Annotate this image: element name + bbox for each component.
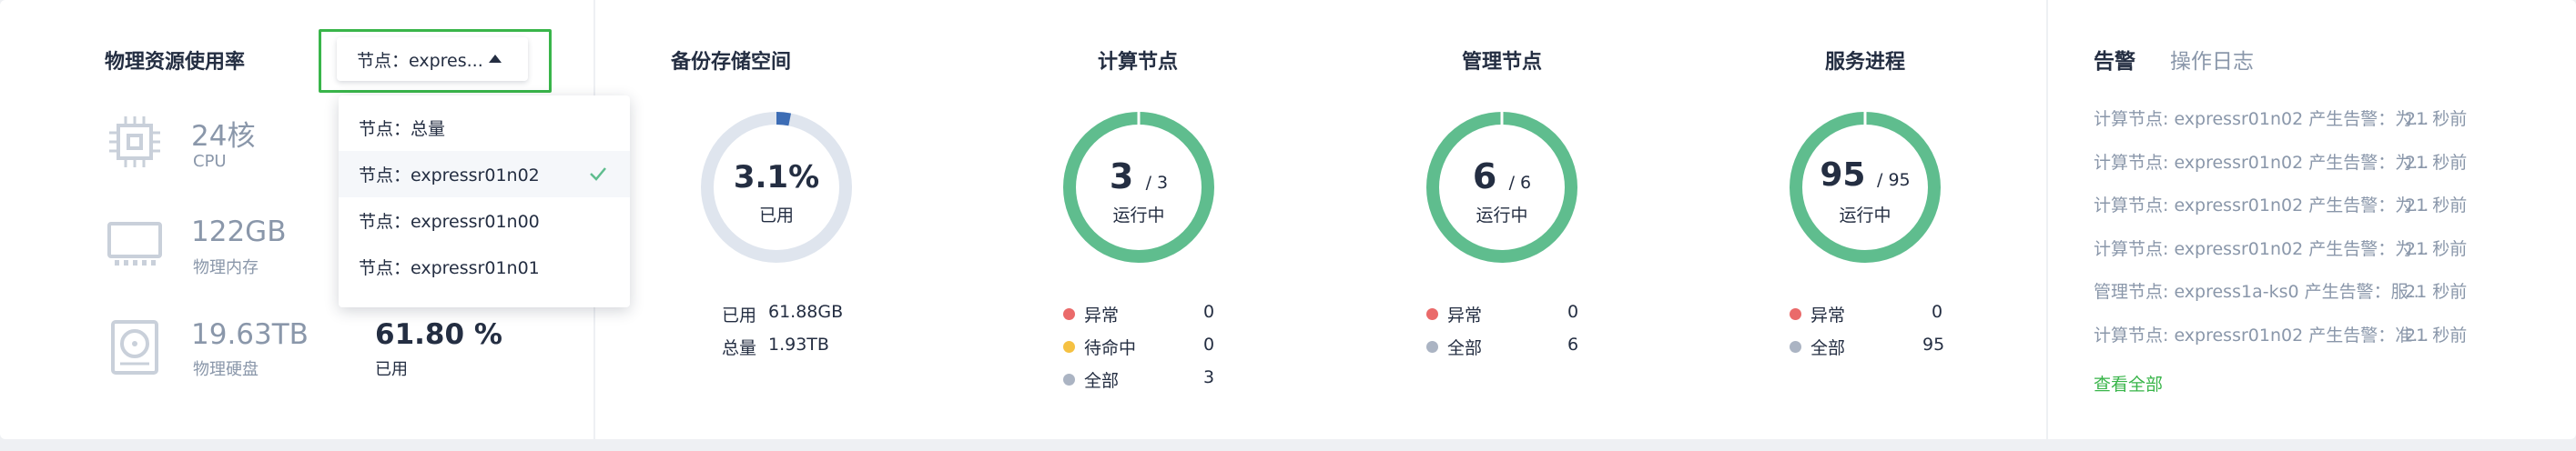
management-abnormal-value: 0: [1567, 302, 1579, 322]
backup-used-label: 已用: [722, 306, 757, 326]
section-divider: [2046, 0, 2048, 439]
check-icon: [590, 167, 606, 181]
alert-item-text[interactable]: 计算节点: expressr01n02 产生告警：为...: [2094, 105, 2429, 130]
legend-label: 全部: [1447, 338, 1483, 358]
compute-standby-value: 0: [1203, 335, 1215, 355]
services-legend-all: 全部: [1790, 335, 1845, 359]
management-status: 运行中: [1476, 205, 1528, 226]
services-total: / 95: [1877, 170, 1911, 190]
alert-item-time: 21 秒前: [2405, 282, 2468, 302]
alert-item-text[interactable]: 计算节点: expressr01n02 产生告警：为...: [2094, 149, 2429, 174]
view-all-link[interactable]: 查看全部: [2094, 371, 2163, 396]
alert-item-time: 21 秒前: [2405, 195, 2468, 215]
management-legend-all: 全部: [1426, 335, 1482, 359]
option-label: 节点：expressr01n00: [359, 212, 540, 232]
compute-count-wrap: 3 / 3: [1060, 156, 1217, 196]
services-count-wrap: 95 / 95: [1787, 156, 1943, 194]
alert-item-text[interactable]: 计算节点: expressr01n02 产生告警：准...: [2094, 322, 2429, 346]
status-dot: [1426, 308, 1438, 320]
management-count-wrap: 6 / 6: [1424, 156, 1580, 196]
backup-title: 备份存储空间: [670, 51, 791, 74]
alert-item-time: 21 秒前: [2405, 109, 2468, 129]
caret-up-icon: [489, 55, 502, 63]
status-dot: [1063, 308, 1075, 320]
services-abnormal-value: 0: [1932, 302, 1943, 322]
cpu-icon: [109, 116, 160, 167]
backup-used-value: 61.88GB: [768, 302, 844, 322]
compute-all-value: 3: [1203, 367, 1215, 387]
services-legend-abnormal: 异常: [1790, 302, 1845, 326]
legend-label: 全部: [1084, 371, 1120, 391]
services-all-value: 95: [1922, 335, 1945, 355]
services-count: 95: [1820, 156, 1866, 194]
backup-percent: 3.1%: [733, 159, 820, 195]
compute-status: 运行中: [1112, 205, 1165, 226]
tab-operation-log[interactable]: 操作日志: [2170, 44, 2254, 75]
management-count: 6: [1472, 156, 1497, 196]
alert-item-text[interactable]: 计算节点: expressr01n02 产生告警：为...: [2094, 236, 2429, 260]
status-dot: [1063, 341, 1075, 353]
status-dot: [1790, 308, 1801, 320]
memory-label: 物理内存: [193, 258, 259, 277]
dropdown-option-expressr01n01[interactable]: 节点：expressr01n01: [339, 244, 630, 290]
compute-count: 3: [1109, 156, 1134, 196]
compute-title: 计算节点: [1097, 51, 1178, 74]
alert-item-time: 21 秒前: [2405, 326, 2468, 346]
management-total: / 6: [1508, 173, 1532, 193]
dropdown-option-expressr01n02[interactable]: 节点：expressr01n02: [339, 151, 630, 197]
backup-total-label: 总量: [722, 338, 757, 358]
backup-status: 已用: [758, 205, 794, 226]
legend-label: 全部: [1810, 338, 1846, 358]
compute-legend-all: 全部: [1063, 367, 1119, 392]
option-label: 节点：expressr01n02: [359, 165, 540, 185]
compute-legend-standby: 待命中: [1063, 335, 1136, 359]
management-all-value: 6: [1567, 335, 1579, 355]
services-status: 运行中: [1839, 205, 1891, 226]
node-dropdown-menu: 节点：总量 节点：expressr01n02 节点：expressr01n00 …: [339, 95, 630, 307]
alert-item-time: 21 秒前: [2405, 239, 2468, 259]
management-title: 管理节点: [1461, 51, 1542, 74]
services-title: 服务进程: [1824, 51, 1905, 74]
alert-item-text[interactable]: 计算节点: expressr01n02 产生告警：为...: [2094, 192, 2429, 216]
cpu-value: 24核: [191, 120, 256, 153]
status-dot: [1426, 341, 1438, 353]
cpu-label: CPU: [193, 152, 227, 171]
legend-label: 异常: [1810, 306, 1846, 326]
status-dot: [1790, 341, 1801, 353]
compute-total: / 3: [1145, 173, 1169, 193]
option-label: 节点：总量: [359, 119, 446, 139]
alert-item-time: 21 秒前: [2405, 153, 2468, 173]
backup-total-value: 1.93TB: [768, 335, 829, 355]
legend-label: 异常: [1447, 306, 1483, 326]
alert-item-text[interactable]: 管理节点: express1a-ks0 产生告警：服...: [2094, 278, 2425, 303]
tab-alerts[interactable]: 告警: [2094, 44, 2135, 75]
compute-legend-abnormal: 异常: [1063, 302, 1119, 326]
dropdown-option-expressr01n00[interactable]: 节点：expressr01n00: [339, 197, 630, 244]
option-label: 节点：expressr01n01: [359, 258, 540, 278]
disk-value: 19.63TB: [191, 318, 309, 351]
compute-abnormal-value: 0: [1203, 302, 1215, 322]
memory-icon: [107, 222, 162, 266]
disk-used-percent: 61.80 %: [375, 318, 502, 351]
status-dot: [1063, 374, 1075, 386]
hard-disk-icon: [111, 320, 158, 375]
node-selector[interactable]: 节点：expres...: [337, 37, 528, 81]
legend-label: 异常: [1084, 306, 1120, 326]
node-selector-label: 节点：expres...: [357, 50, 483, 71]
disk-label: 物理硬盘: [193, 360, 259, 379]
usage-title: 物理资源使用率: [105, 51, 246, 74]
memory-value: 122GB: [191, 215, 287, 248]
dropdown-option-total[interactable]: 节点：总量: [339, 105, 630, 151]
legend-label: 待命中: [1084, 338, 1137, 358]
overview-card: 物理资源使用率 节点：expres... 24核 CPU 122GB 物理内存 …: [0, 0, 2576, 439]
disk-used-label: 已用: [375, 360, 408, 379]
management-legend-abnormal: 异常: [1426, 302, 1482, 326]
